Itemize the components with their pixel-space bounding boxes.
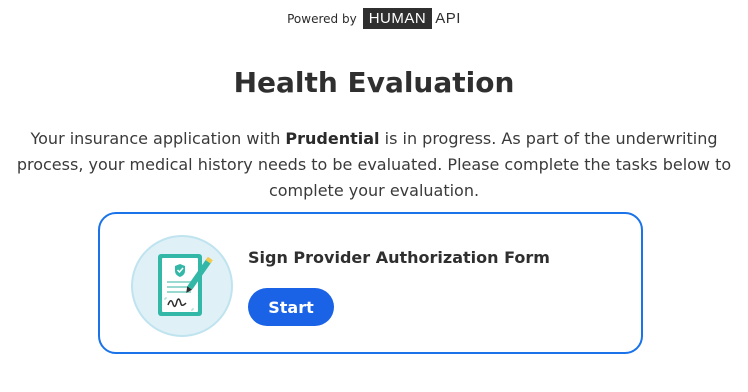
powered-by-label: Powered by bbox=[287, 11, 357, 26]
insurer-name: Prudential bbox=[285, 129, 380, 148]
intro-paragraph: Your insurance application with Prudenti… bbox=[0, 126, 748, 204]
task-title: Sign Provider Authorization Form bbox=[248, 248, 550, 267]
powered-by-bar: Powered by HUMAN API bbox=[0, 8, 748, 29]
task-card: Sign Provider Authorization Form Start bbox=[98, 212, 643, 354]
signed-document-icon bbox=[131, 235, 233, 337]
logo-api-text: API bbox=[435, 10, 461, 27]
intro-text-before: Your insurance application with bbox=[30, 129, 286, 148]
human-api-logo: HUMAN API bbox=[362, 8, 461, 29]
logo-human-text: HUMAN bbox=[362, 8, 433, 29]
page-title: Health Evaluation bbox=[233, 66, 515, 99]
start-button[interactable]: Start bbox=[248, 288, 334, 326]
